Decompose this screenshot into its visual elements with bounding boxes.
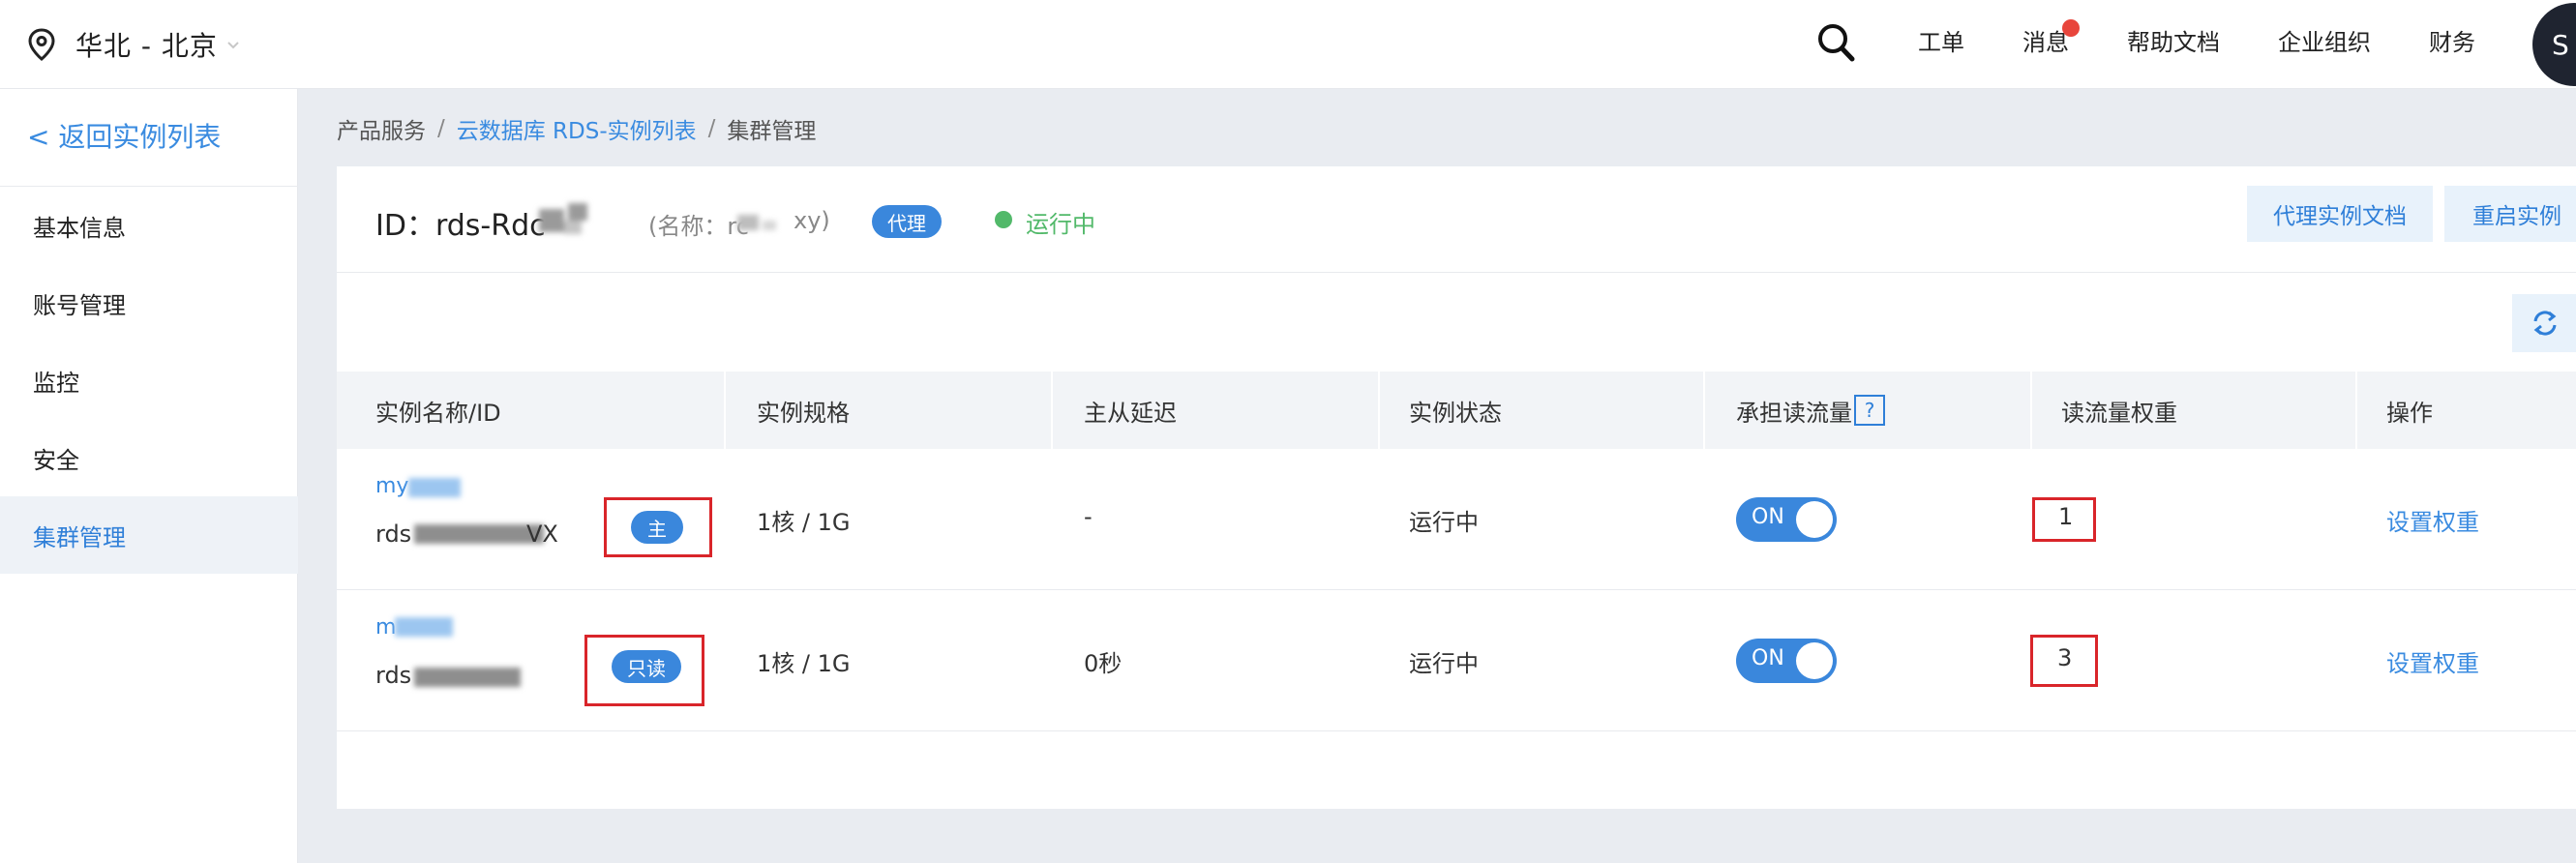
col-read-traffic: 承担读流量 ? <box>1736 372 1885 449</box>
col-delay: 主从延迟 <box>1084 399 1177 427</box>
breadcrumb: 产品服务 / 云数据库 RDS-实例列表 / 集群管理 <box>337 112 816 145</box>
toggle-knob <box>1796 501 1833 538</box>
breadcrumb-current: 集群管理 <box>727 119 817 144</box>
breadcrumb-rds-list[interactable]: 云数据库 RDS-实例列表 <box>457 112 697 145</box>
avatar-letter: S <box>2552 28 2569 61</box>
status-dot <box>995 211 1012 228</box>
redacted-alias <box>737 209 786 234</box>
instance-id-suffix: VX <box>526 521 558 548</box>
col-actions: 操作 <box>2386 399 2433 427</box>
nav-help-docs[interactable]: 帮助文档 <box>2127 23 2220 57</box>
sidebar-item-security[interactable]: 安全 <box>0 419 298 496</box>
restart-instance-button[interactable]: 重启实例 <box>2444 186 2576 242</box>
instance-alias-suffix: xy) <box>794 207 830 234</box>
instance-id: ID：rds-Rdc <box>375 209 546 243</box>
toggle-label: ON <box>1752 646 1784 670</box>
instance-alias-prefix: (名称：rc <box>648 213 749 240</box>
breadcrumb-separator: / <box>707 116 716 141</box>
breadcrumb-products[interactable]: 产品服务 <box>337 112 426 145</box>
location-pin-icon <box>28 28 55 61</box>
column-divider <box>724 372 726 449</box>
replication-delay: 0秒 <box>1084 650 1123 677</box>
read-traffic-toggle[interactable]: ON <box>1736 497 1837 542</box>
col-read-weight: 读流量权重 <box>2061 399 2177 427</box>
message-badge-dot <box>2062 19 2080 37</box>
table-row: my rds VX 主 1核 / 1G - 运行中 ON 1 设置权重 <box>337 449 2576 590</box>
instance-id-prefix: rds <box>375 521 412 548</box>
read-traffic-toggle[interactable]: ON <box>1736 639 1837 683</box>
col-state: 实例状态 <box>1409 399 1502 427</box>
sidebar-item-cluster[interactable]: 集群管理 <box>0 496 298 574</box>
set-weight-link[interactable]: 设置权重 <box>2386 644 2479 678</box>
col-read-traffic-label: 承担读流量 <box>1736 399 1852 427</box>
instance-id-prefix: rds <box>375 662 412 689</box>
cluster-card: ID：rds-Rdc (名称：rc xy) 代理 运行中 代理实例文档 重启实例… <box>337 166 2576 809</box>
user-avatar[interactable]: S <box>2532 3 2576 86</box>
chevron-down-icon <box>227 42 239 49</box>
set-weight-link[interactable]: 设置权重 <box>2386 503 2479 537</box>
nav-enterprise-org[interactable]: 企业组织 <box>2278 23 2371 57</box>
instance-name-link[interactable]: m <box>375 615 396 640</box>
read-weight-value: 3 <box>2057 644 2073 671</box>
proxy-docs-button[interactable]: 代理实例文档 <box>2247 186 2433 242</box>
instance-spec: 1核 / 1G <box>757 650 851 677</box>
sidebar-item-basic-info[interactable]: 基本信息 <box>0 187 298 264</box>
refresh-button[interactable] <box>2512 294 2576 352</box>
instance-header: ID：rds-Rdc (名称：rc xy) 代理 运行中 代理实例文档 重启实例 <box>337 166 2576 273</box>
column-divider <box>2030 372 2032 449</box>
top-bar: 华北 - 北京 工单 消息 帮助文档 企业组织 财务 S <box>0 0 2576 89</box>
instance-state: 运行中 <box>1409 509 1479 536</box>
instance-spec: 1核 / 1G <box>757 509 851 536</box>
instance-state: 运行中 <box>1409 650 1479 677</box>
column-divider <box>1703 372 1705 449</box>
search-icon[interactable] <box>1815 21 1856 64</box>
redacted-instance-id <box>414 524 544 544</box>
proxy-tag: 代理 <box>872 205 942 238</box>
read-weight-value: 1 <box>2058 503 2074 530</box>
region-label: 华北 - 北京 <box>75 30 218 62</box>
breadcrumb-separator: / <box>437 116 445 141</box>
column-divider <box>2355 372 2357 449</box>
region-selector[interactable]: 华北 - 北京 <box>27 21 241 68</box>
toggle-label: ON <box>1752 505 1784 529</box>
nav-ticket[interactable]: 工单 <box>1918 23 1964 57</box>
sidebar: < 返回实例列表 基本信息 账号管理 监控 安全 集群管理 <box>0 89 298 863</box>
refresh-icon <box>2533 311 2557 336</box>
redacted-name <box>395 617 453 637</box>
redacted-instance-id <box>414 668 521 687</box>
sidebar-item-monitor[interactable]: 监控 <box>0 342 298 419</box>
sidebar-item-accounts[interactable]: 账号管理 <box>0 264 298 342</box>
role-badge: 只读 <box>612 650 681 683</box>
col-instance-name: 实例名称/ID <box>375 399 501 427</box>
nav-finance[interactable]: 财务 <box>2429 23 2475 57</box>
help-icon[interactable]: ? <box>1854 395 1885 426</box>
back-to-instance-list-link[interactable]: < 返回实例列表 <box>27 116 221 155</box>
redacted-name <box>408 478 461 497</box>
column-divider <box>1378 372 1380 449</box>
role-badge: 主 <box>631 511 683 544</box>
table-row: m rds 只读 1核 / 1G 0秒 运行中 ON 3 设置权重 <box>337 590 2576 731</box>
redacted-id <box>539 203 595 236</box>
toggle-knob <box>1796 642 1833 679</box>
table-header: 实例名称/ID 实例规格 主从延迟 实例状态 承担读流量 ? 读流量权重 操作 <box>337 372 2576 449</box>
column-divider <box>1051 372 1053 449</box>
replication-delay: - <box>1084 503 1093 530</box>
instance-status: 运行中 <box>1026 211 1095 238</box>
col-spec: 实例规格 <box>757 399 850 427</box>
instance-name-link[interactable]: my <box>375 474 408 498</box>
